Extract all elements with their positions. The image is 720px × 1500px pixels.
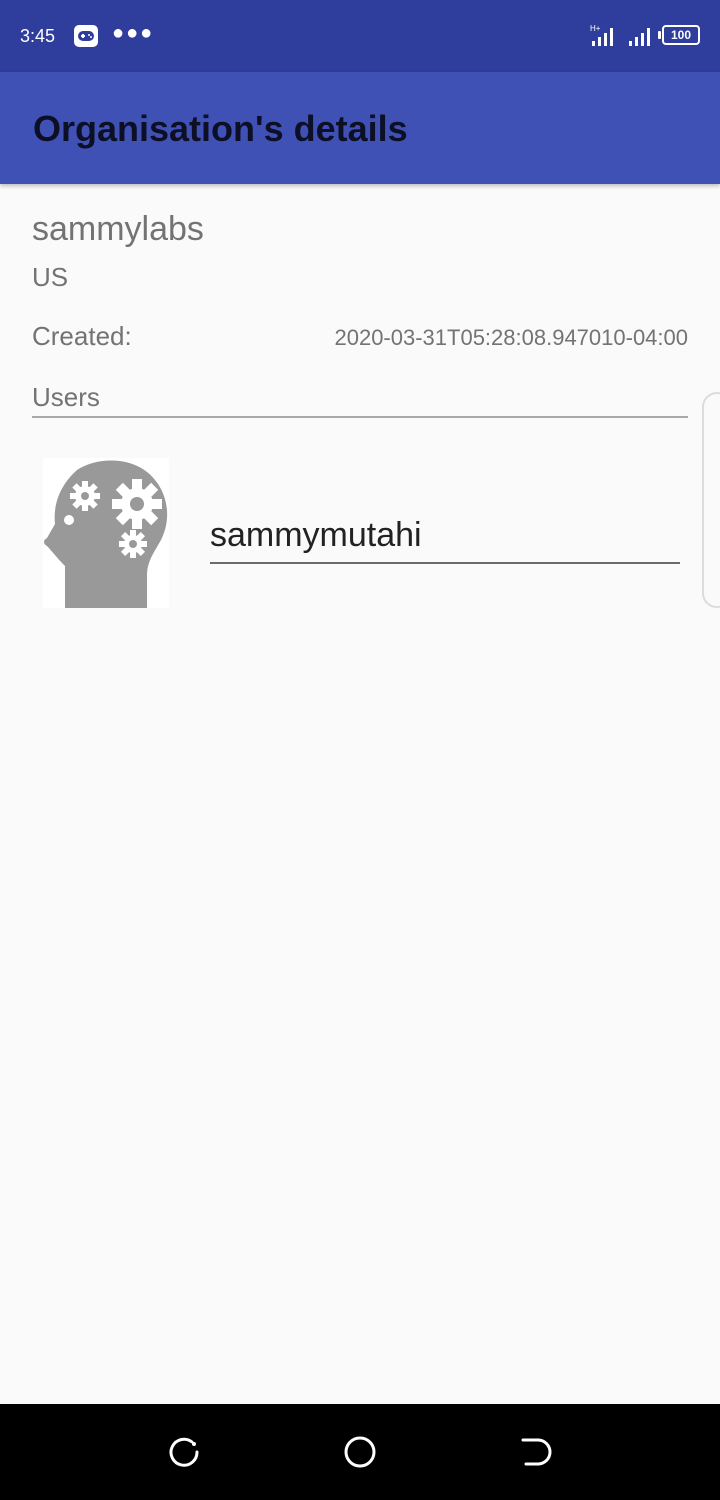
edge-panel-handle[interactable]: [702, 392, 720, 608]
organisation-name: sammylabs: [32, 210, 204, 248]
created-label: Created:: [32, 321, 132, 351]
organisation-country: US: [32, 262, 69, 292]
game-controller-icon: [74, 25, 98, 47]
users-label: Users: [32, 382, 100, 412]
created-value: 2020-03-31T05:28:08.947010-04:00: [334, 325, 688, 350]
more-notifications-icon: ●●●: [112, 22, 155, 44]
status-bar: 3:45 ●●● H+ 100: [0, 0, 720, 72]
username-field[interactable]: sammymutahi: [210, 512, 680, 564]
signal-icon-2: [629, 28, 650, 46]
status-icons: H+ 100: [590, 22, 700, 48]
recent-apps-icon[interactable]: [166, 1434, 202, 1470]
back-icon[interactable]: [518, 1434, 554, 1470]
page-title: Organisation's details: [33, 108, 408, 149]
signal-icon: H+: [590, 24, 613, 46]
head-gears-icon: [43, 458, 169, 608]
svg-text:H+: H+: [590, 24, 601, 33]
list-item[interactable]: sammymutahi: [0, 440, 720, 620]
username: sammymutahi: [210, 516, 422, 554]
users-section-header: Users: [32, 380, 688, 418]
navigation-bar: [0, 1404, 720, 1500]
app-bar: Organisation's details: [0, 72, 720, 184]
battery-icon: 100: [658, 25, 700, 45]
status-time: 3:45: [20, 26, 56, 46]
home-icon[interactable]: [342, 1434, 378, 1470]
